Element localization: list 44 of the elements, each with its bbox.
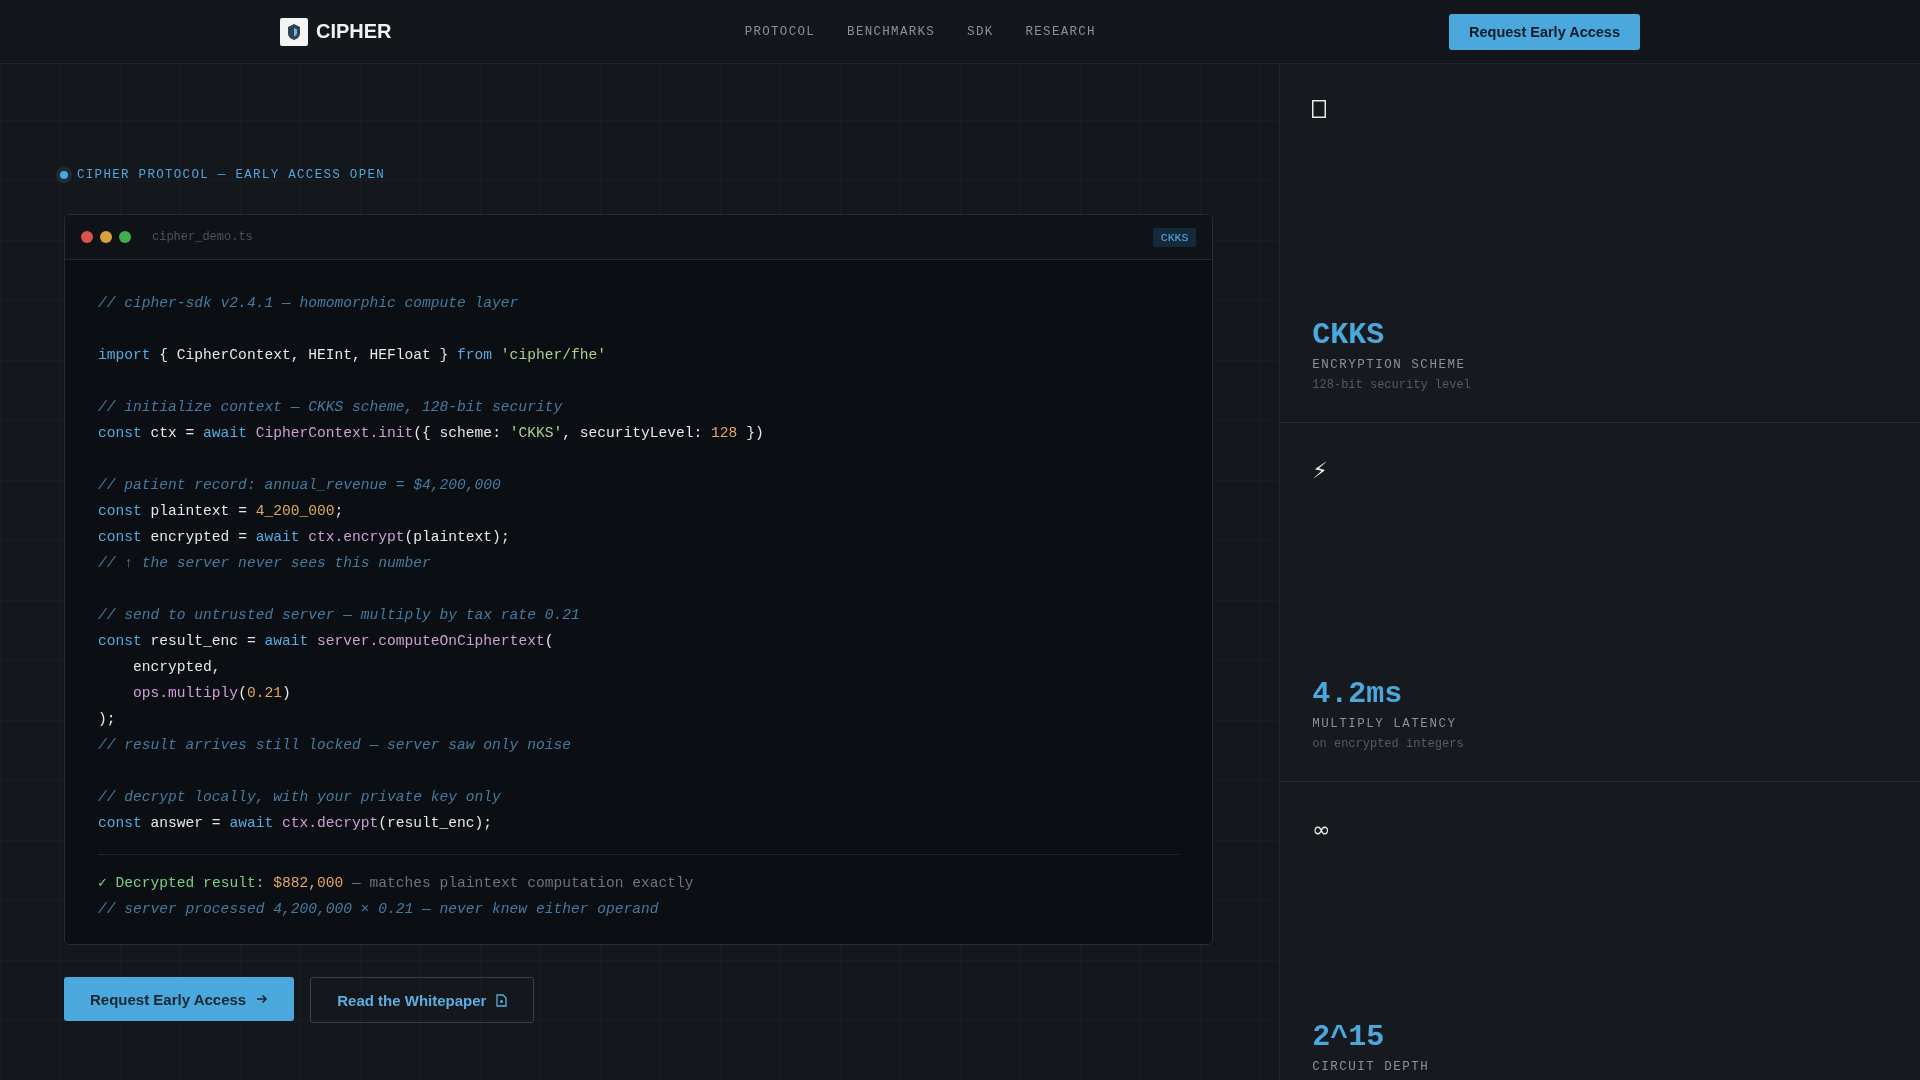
code-line: const ctx = await CipherContext.init({ scheme: 'CKKS', securityLevel: 128 }) xyxy=(98,424,765,443)
stat-label: CIRCUIT DEPTH xyxy=(1312,1060,1431,1074)
stat-value: CKKS xyxy=(1312,318,1386,352)
nav-link[interactable]: SDK xyxy=(967,24,994,39)
nav-link[interactable]: RESEARCH xyxy=(1025,24,1096,39)
code-line: const answer = await ctx.decrypt(result_enc); xyxy=(98,814,494,833)
symbol-icon: ⚡ xyxy=(1312,459,1328,483)
code-line: encrypted, xyxy=(132,658,222,677)
symbol-icon: ∞ xyxy=(1312,818,1331,842)
nav-link[interactable]: BENCHMARKS xyxy=(847,24,936,39)
request-access-button[interactable]: Request Early Access xyxy=(64,977,295,1021)
whitepaper-button[interactable]: Read the Whitepaper xyxy=(310,977,535,1023)
code-line: ); xyxy=(98,710,117,729)
stat-value: 2^15 xyxy=(1312,1020,1386,1054)
code-line: ✓ Decrypted result: $882,000 — matches plaintext computation exactly xyxy=(98,874,695,893)
stat-caption: on encrypted integers xyxy=(1312,737,1465,751)
code-line: // server processed 4,200,000 × 0.21 — never knew either operand xyxy=(98,900,660,919)
code-line: // patient record: annual_revenue = $4,200,000 xyxy=(98,476,502,495)
code-line: const plaintext = 4_200_000; xyxy=(98,502,345,521)
arrow-icon xyxy=(256,993,269,1005)
code-line: ops.multiply(0.21) xyxy=(132,684,292,703)
square-icon xyxy=(1312,100,1327,118)
scheme-tag: CKKS xyxy=(1152,227,1197,247)
badge-text: CIPHER PROTOCOL — EARLY ACCESS OPEN xyxy=(77,168,386,182)
stat-caption: 128-bit security level xyxy=(1312,378,1472,392)
nav-link[interactable]: PROTOCOL xyxy=(744,24,816,39)
code-line: // ↑ the server never sees this number xyxy=(98,554,432,573)
code-line: const result_enc = await server.computeOnCiphertext( xyxy=(98,632,555,651)
code-line: const encrypted = await ctx.encrypt(plaintext); xyxy=(98,528,511,547)
status-dot xyxy=(60,171,68,179)
code-line: // send to untrusted server — multiply by tax rate 0.21 xyxy=(98,606,581,625)
code-line: import { CipherContext, HEInt, HEFloat } from 'cipher/fhe' xyxy=(98,346,607,365)
file-name: cipher_demo.ts xyxy=(152,230,253,244)
stat-label: ENCRYPTION SCHEME xyxy=(1312,358,1467,372)
brand-name: CIPHER xyxy=(316,20,392,43)
stat-value: 4.2ms xyxy=(1312,677,1404,711)
code-line: // initialize context — CKKS scheme, 128-bit security xyxy=(98,398,564,417)
code-line: // cipher-sdk v2.4.1 — homomorphic compute layer xyxy=(98,294,520,313)
code-line: // decrypt locally, with your private key only xyxy=(98,788,502,807)
request-access-button[interactable]: Request Early Access xyxy=(1449,13,1640,50)
document-icon xyxy=(496,993,508,1007)
code-line: // result arrives still locked — server saw only noise xyxy=(98,736,572,755)
stat-label: MULTIPLY LATENCY xyxy=(1312,717,1458,731)
logo-icon xyxy=(280,17,308,46)
